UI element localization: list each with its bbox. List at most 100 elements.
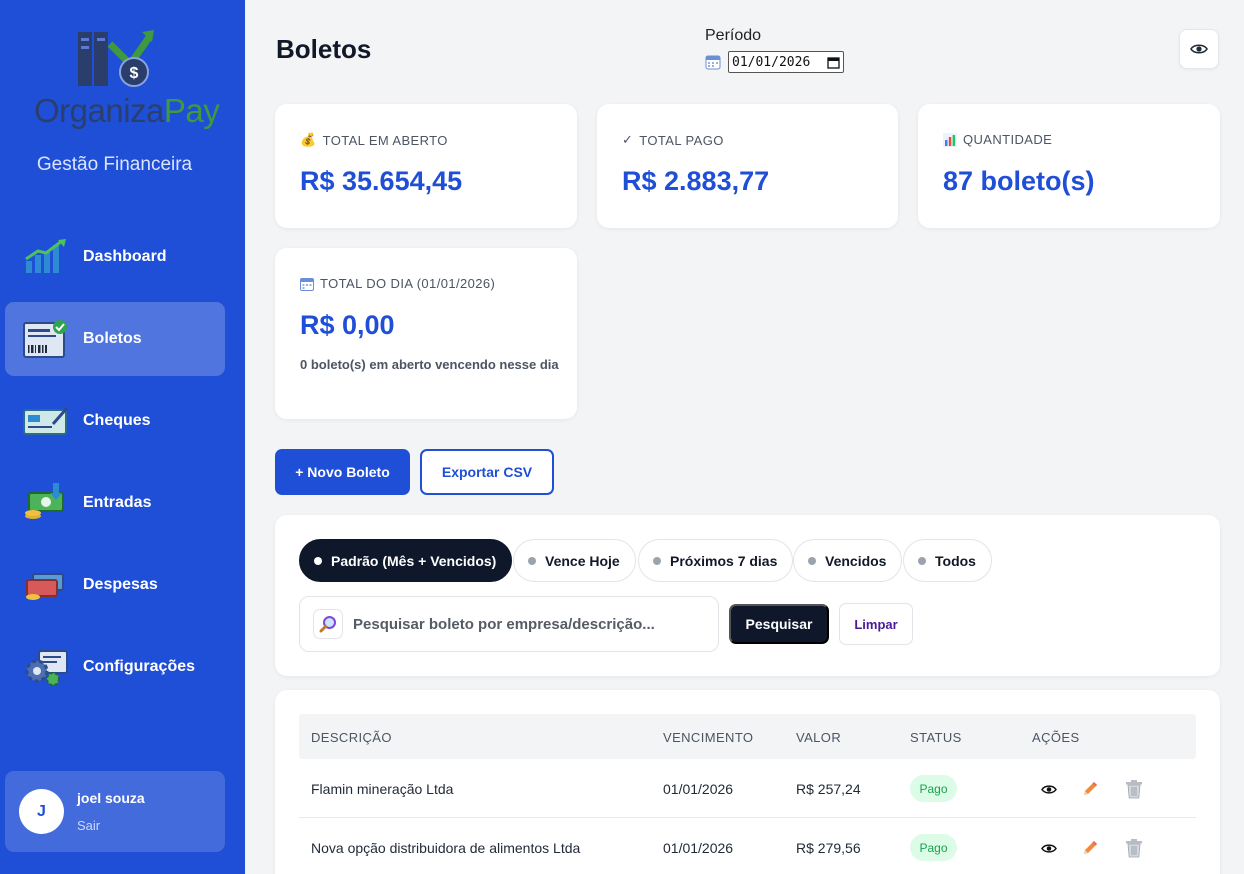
table-header: DESCRIÇÃO VENCIMENTO VALOR STATUS AÇÕES [299,714,1196,759]
calendar-icon [705,55,721,70]
boleto-document-icon [22,319,70,359]
cell-vencimento: 01/01/2026 [663,781,734,797]
chip-dot-icon [314,556,322,565]
sidebar-item-cheques[interactable]: Cheques [5,384,225,458]
column-header-acoes: AÇÕES [1032,730,1080,745]
money-in-icon [22,483,70,523]
stat-value: 87 boleto(s) [943,166,1095,196]
stat-card-total-day: TOTAL DO DIA (01/01/2026) R$ 0,00 0 bole… [275,248,577,419]
stat-label-text: TOTAL DO DIA (01/01/2026) [320,276,496,291]
column-header-status[interactable]: STATUS [910,730,962,745]
calendar-picker-icon[interactable] [827,56,840,69]
stat-note: 0 boleto(s) em aberto vencendo nesse dia [300,357,559,372]
stat-card-quantity: QUANTIDADE 87 boleto(s) [918,104,1220,228]
sidebar-item-label: Boletos [83,330,142,347]
filter-chip-vence-hoje[interactable]: Vence Hoje [513,539,636,582]
sidebar-item-dashboard[interactable]: Dashboard [5,220,225,294]
sidebar-item-label: Dashboard [83,248,167,265]
sidebar: $ OrganizaPay Gestão Financeira Dashboar… [0,0,245,874]
edit-pencil-icon[interactable] [1079,778,1101,800]
chip-label: Vence Hoje [545,552,620,569]
user-card: J joel souza Sair [5,771,225,852]
filter-chip-proximos-7-dias[interactable]: Próximos 7 dias [638,539,794,582]
stat-value: R$ 0,00 [300,310,395,340]
cell-vencimento: 01/01/2026 [663,840,734,856]
column-header-vencimento[interactable]: VENCIMENTO [663,730,753,745]
filter-chip-padrao[interactable]: Padrão (Mês + Vencidos) [299,539,513,582]
column-header-valor[interactable]: VALOR [796,730,841,745]
search-placeholder: Pesquisar boleto por empresa/descrição..… [353,615,655,633]
edit-pencil-icon[interactable] [1079,837,1101,859]
sidebar-item-configuracoes[interactable]: Configurações [5,630,225,704]
cheque-icon [22,401,70,441]
money-bag-icon: 💰 [300,132,317,147]
user-name: joel souza [77,790,145,806]
column-header-descricao[interactable]: DESCRIÇÃO [311,730,392,745]
sidebar-item-boletos[interactable]: Boletos [5,302,225,376]
cell-valor: R$ 257,24 [796,781,861,797]
chip-label: Próximos 7 dias [670,552,778,569]
search-icon [313,609,343,639]
eye-icon [1190,44,1208,54]
stat-card-total-open: 💰 TOTAL EM ABERTO R$ 35.654,45 [275,104,577,228]
status-badge: Pago [910,775,957,802]
period-filter: Período 01/01/2026 [705,27,844,73]
sidebar-item-despesas[interactable]: Despesas [5,548,225,622]
view-eye-icon[interactable] [1038,778,1060,800]
stat-value: R$ 35.654,45 [300,166,463,196]
page-title: Boletos [276,34,372,64]
organizapay-logo[interactable]: $ OrganizaPay [34,28,220,129]
check-icon: ✓ [622,132,634,147]
sidebar-item-label: Entradas [83,494,152,511]
period-date-value: 01/01/2026 [732,54,811,70]
stat-label-text: QUANTIDADE [963,132,1053,147]
cell-valor: R$ 279,56 [796,840,861,856]
chip-dot-icon [528,556,536,565]
stat-label: TOTAL DO DIA (01/01/2026) [300,276,495,291]
status-badge: Pago [910,834,957,861]
chart-growth-icon [22,237,70,277]
logout-link[interactable]: Sair [77,818,100,833]
logo-text: OrganizaPay [34,92,220,129]
stat-label: 💰 TOTAL EM ABERTO [300,132,448,148]
cell-descricao: Nova opção distribuidora de alimentos Lt… [311,840,581,856]
chip-label: Todos [935,552,976,569]
sidebar-item-label: Cheques [83,412,151,429]
logo-graphic-icon: $ [78,30,154,87]
filter-chip-todos[interactable]: Todos [903,539,992,582]
search-button[interactable]: Pesquisar [729,604,829,644]
chip-dot-icon [918,556,926,565]
gears-icon [22,647,70,687]
toggle-visibility-button[interactable] [1179,29,1219,69]
new-boleto-button[interactable]: + Novo Boleto [275,449,410,495]
chip-label: Vencidos [825,552,887,569]
delete-trash-icon[interactable] [1123,778,1145,800]
stat-label-text: TOTAL PAGO [639,132,724,148]
chip-dot-icon [808,556,816,565]
search-input[interactable]: Pesquisar boleto por empresa/descrição..… [299,596,719,652]
view-eye-icon[interactable] [1038,837,1060,859]
stat-card-total-paid: ✓ TOTAL PAGO R$ 2.883,77 [597,104,898,228]
table-row[interactable]: Flamin mineração Ltda 01/01/2026 R$ 257,… [299,759,1196,818]
table-row[interactable]: Nova opção distribuidora de alimentos Lt… [299,818,1196,874]
delete-trash-icon[interactable] [1123,837,1145,859]
cell-descricao: Flamin mineração Ltda [311,781,454,797]
sidebar-item-label: Configurações [83,658,196,675]
chip-label: Padrão (Mês + Vencidos) [331,552,497,569]
bar-chart-icon [943,132,957,147]
stat-label: ✓ TOTAL PAGO [622,132,724,148]
period-label: Período [705,27,762,44]
chip-dot-icon [653,556,661,565]
svg-text:$: $ [130,65,139,82]
stat-label: QUANTIDADE [943,132,1052,147]
stat-label-text: TOTAL EM ABERTO [322,132,448,148]
sidebar-item-label: Despesas [83,576,158,593]
clear-button[interactable]: Limpar [839,603,913,645]
export-csv-button[interactable]: Exportar CSV [420,449,554,495]
stat-value: R$ 2.883,77 [622,166,770,196]
period-date-input[interactable]: 01/01/2026 [728,51,844,73]
tagline: Gestão Financeira [36,154,193,175]
avatar: J [19,789,64,834]
filter-chip-vencidos[interactable]: Vencidos [793,539,903,582]
sidebar-item-entradas[interactable]: Entradas [5,466,225,540]
